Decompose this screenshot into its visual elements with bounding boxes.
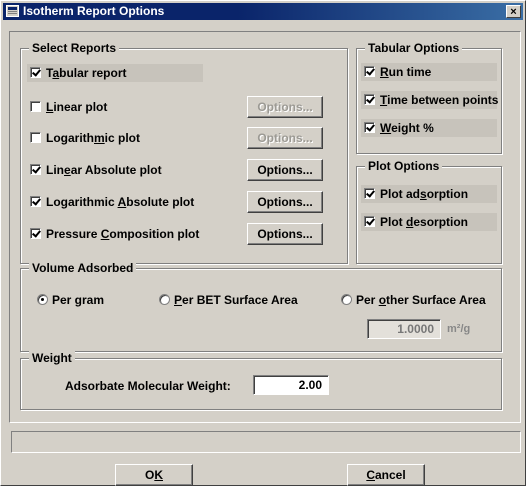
time-between-points-checkbox[interactable]: Time between points	[361, 91, 498, 109]
weight-group: Weight Adsorbate Molecular Weight: 2.00	[20, 350, 502, 410]
plot-desorption-check-icon	[364, 216, 375, 227]
select-reports-legend: Select Reports	[29, 40, 120, 56]
cancel-button[interactable]: Cancel	[347, 464, 425, 486]
area-unit-label: m²/g	[447, 323, 471, 335]
tabular-report-check-icon	[30, 67, 41, 78]
linear-absolute-plot-check-icon	[30, 164, 41, 175]
linear-plot-checkbox[interactable]: Linear plot	[27, 98, 107, 116]
window-title: Isotherm Report Options	[23, 4, 165, 18]
dialog-window: Isotherm Report Options × Select Reports…	[0, 0, 526, 486]
run-time-checkbox[interactable]: Run time	[361, 63, 497, 81]
per-bet-surface-area-radio-icon	[159, 294, 170, 305]
tabular-options-group: Tabular Options Run time Time between po…	[356, 40, 502, 154]
pressure-composition-plot-check-icon	[30, 228, 41, 239]
per-other-surface-area-radio[interactable]: Per other Surface Area	[341, 291, 486, 309]
logarithmic-plot-checkbox[interactable]: Logarithmic plot	[27, 129, 140, 147]
time-between-points-check-icon	[364, 94, 375, 105]
volume-adsorbed-group: Volume Adsorbed Per gram Per BET Surface…	[20, 260, 502, 352]
other-surface-area-input[interactable]: 1.0000	[367, 319, 441, 339]
tabular-report-checkbox[interactable]: Tabular report	[27, 64, 203, 82]
status-bar	[11, 431, 521, 453]
plot-adsorption-check-icon	[364, 188, 375, 199]
per-gram-radio[interactable]: Per gram	[37, 291, 104, 309]
plot-adsorption-checkbox[interactable]: Plot adsorption	[361, 185, 497, 203]
logarithmic-plot-check-icon	[30, 132, 41, 143]
logarithmic-absolute-plot-check-icon	[30, 196, 41, 207]
select-reports-group: Select Reports Tabular report Linear plo…	[20, 40, 348, 264]
plot-options-legend: Plot Options	[365, 158, 443, 174]
logarithmic-absolute-plot-options-button[interactable]: Options...	[247, 191, 323, 213]
plot-options-group: Plot Options Plot adsorption Plot desorp…	[356, 158, 502, 264]
molecular-weight-label: Adsorbate Molecular Weight:	[65, 379, 231, 393]
linear-absolute-plot-options-button[interactable]: Options...	[247, 159, 323, 181]
weight-percent-check-icon	[364, 122, 375, 133]
linear-absolute-plot-checkbox[interactable]: Linear Absolute plot	[27, 161, 162, 179]
options-panel: Select Reports Tabular report Linear plo…	[9, 31, 521, 423]
run-time-check-icon	[364, 66, 375, 77]
window-icon	[6, 5, 19, 17]
logarithmic-plot-options-button[interactable]: Options...	[247, 127, 323, 149]
pressure-composition-plot-checkbox[interactable]: Pressure Composition plot	[27, 225, 199, 243]
ok-button[interactable]: OK	[115, 464, 193, 486]
title-bar[interactable]: Isotherm Report Options ×	[3, 3, 523, 20]
volume-adsorbed-legend: Volume Adsorbed	[29, 260, 137, 276]
tabular-options-legend: Tabular Options	[365, 40, 463, 56]
linear-plot-options-button[interactable]: Options...	[247, 96, 323, 118]
logarithmic-absolute-plot-checkbox[interactable]: Logarithmic Absolute plot	[27, 193, 194, 211]
per-gram-radio-icon	[37, 294, 48, 305]
weight-percent-checkbox[interactable]: Weight %	[361, 119, 497, 137]
linear-plot-check-icon	[30, 101, 41, 112]
pressure-composition-plot-options-button[interactable]: Options...	[247, 223, 323, 245]
per-bet-surface-area-radio[interactable]: Per BET Surface Area	[159, 291, 298, 309]
close-button[interactable]: ×	[506, 5, 521, 18]
per-other-surface-area-radio-icon	[341, 294, 352, 305]
weight-legend: Weight	[29, 350, 75, 366]
plot-desorption-checkbox[interactable]: Plot desorption	[361, 213, 497, 231]
molecular-weight-input[interactable]: 2.00	[253, 375, 329, 395]
